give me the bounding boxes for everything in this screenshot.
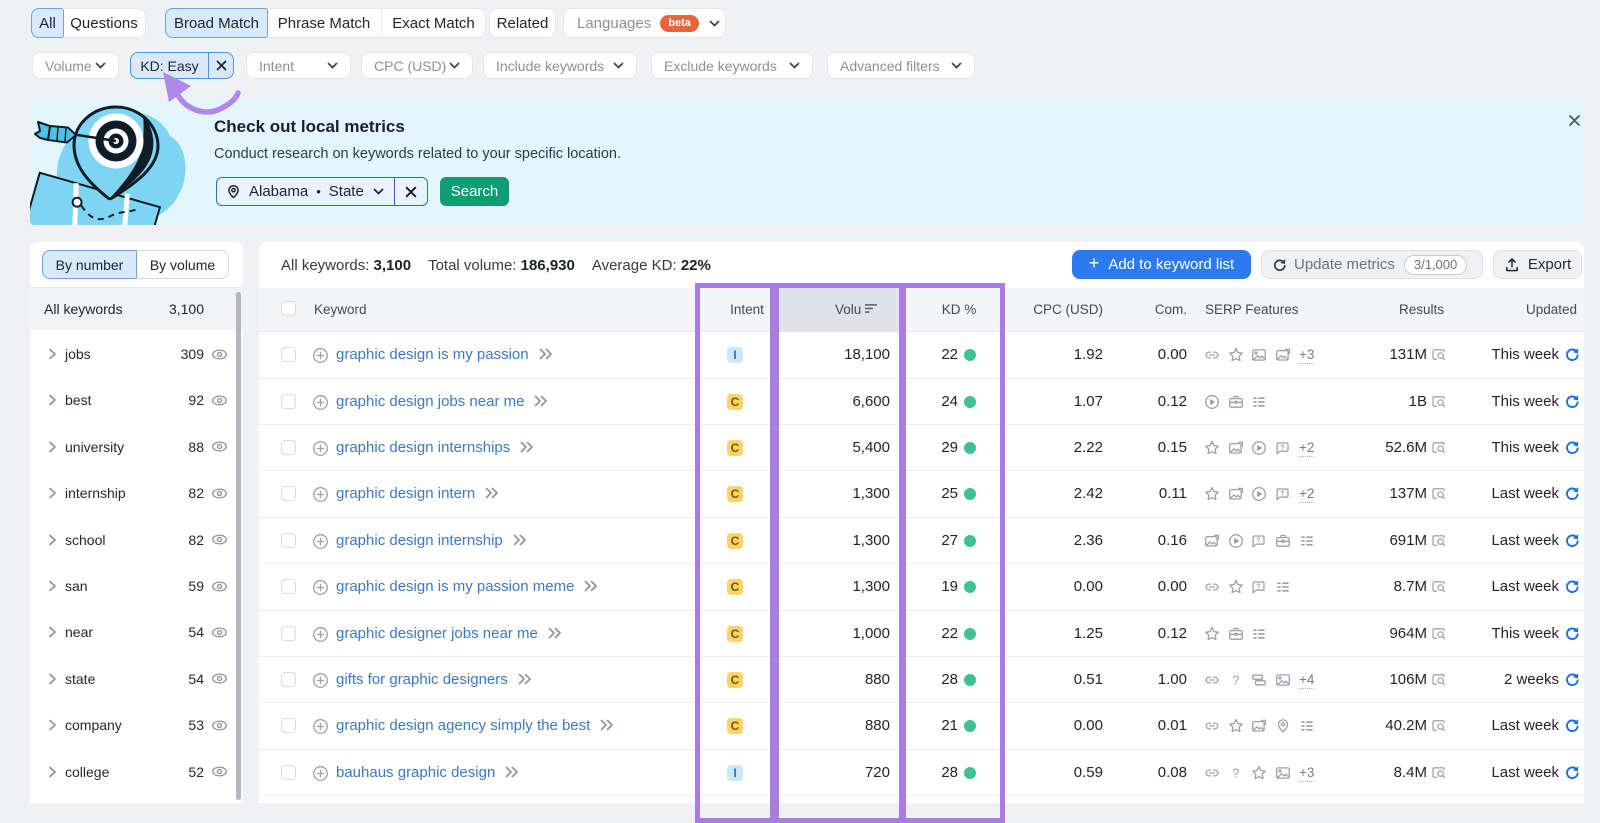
svg-text:?: ?: [1256, 581, 1260, 590]
svg-text:?: ?: [1280, 489, 1284, 498]
svg-text:?: ?: [1233, 766, 1240, 780]
svg-text:?: ?: [1256, 535, 1260, 544]
svg-text:?: ?: [1233, 673, 1240, 687]
svg-text:?: ?: [1280, 442, 1284, 451]
